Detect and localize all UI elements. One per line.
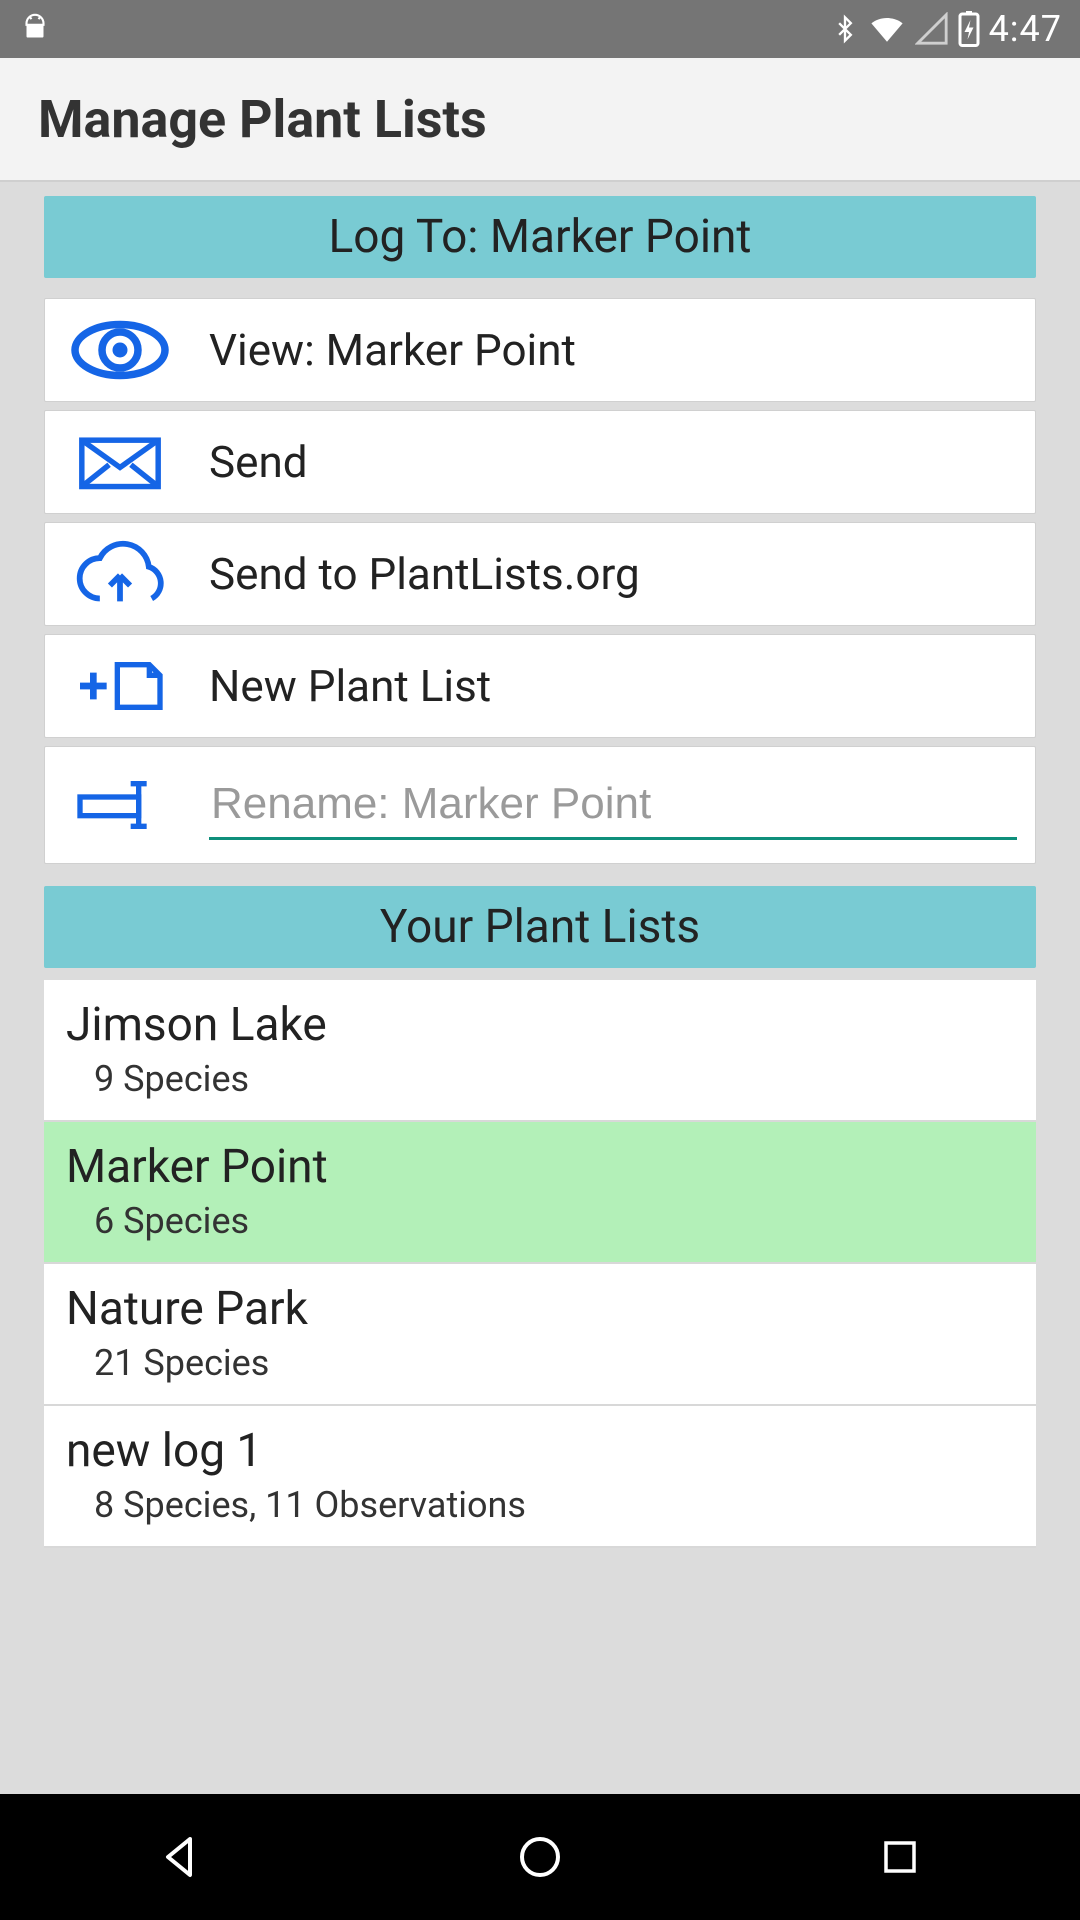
rename-row[interactable] <box>44 746 1036 864</box>
list-item-name: new log 1 <box>66 1424 1014 1478</box>
list-item-name: Nature Park <box>66 1282 1014 1336</box>
battery-charging-icon <box>957 11 981 47</box>
upload-button[interactable]: Send to PlantLists.org <box>44 522 1036 626</box>
android-robot-icon <box>18 12 52 46</box>
android-nav-bar <box>0 1794 1080 1920</box>
new-file-icon <box>55 654 185 718</box>
eye-icon <box>55 320 185 380</box>
list-item[interactable]: Marker Point 6 Species <box>44 1122 1036 1264</box>
list-item-name: Jimson Lake <box>66 998 1014 1052</box>
bluetooth-icon <box>831 11 859 47</box>
plant-lists: Jimson Lake 9 Species Marker Point 6 Specie… <box>44 980 1036 1548</box>
new-list-label: New Plant List <box>209 660 491 712</box>
list-item-detail: 21 Species <box>66 1342 1014 1384</box>
view-button[interactable]: View: Marker Point <box>44 298 1036 402</box>
list-item-name: Marker Point <box>66 1140 1014 1194</box>
view-label: View: Marker Point <box>209 324 576 376</box>
rename-icon <box>55 773 185 837</box>
cell-signal-icon <box>915 12 949 46</box>
list-item[interactable]: new log 1 8 Species, 11 Observations <box>44 1406 1036 1548</box>
list-item-detail: 6 Species <box>66 1200 1014 1242</box>
your-lists-header: Your Plant Lists <box>44 886 1036 968</box>
status-icons: 4:47 <box>831 8 1062 50</box>
send-label: Send <box>209 436 308 488</box>
list-item[interactable]: Nature Park 21 Species <box>44 1264 1036 1406</box>
rename-input[interactable] <box>209 771 1017 840</box>
recents-button[interactable] <box>870 1827 930 1887</box>
android-status-bar: 4:47 <box>0 0 1080 58</box>
wifi-icon <box>867 12 907 46</box>
envelope-icon <box>55 432 185 492</box>
cloud-upload-icon <box>55 538 185 610</box>
send-button[interactable]: Send <box>44 410 1036 514</box>
log-to-header: Log To: Marker Point <box>44 196 1036 278</box>
upload-label: Send to PlantLists.org <box>209 548 640 600</box>
home-button[interactable] <box>510 1827 570 1887</box>
list-item-detail: 9 Species <box>66 1058 1014 1100</box>
status-time: 4:47 <box>989 8 1062 50</box>
list-item-detail: 8 Species, 11 Observations <box>66 1484 1014 1526</box>
app-bar: Manage Plant Lists <box>0 58 1080 182</box>
list-item[interactable]: Jimson Lake 9 Species <box>44 980 1036 1122</box>
back-button[interactable] <box>150 1827 210 1887</box>
page-title: Manage Plant Lists <box>38 89 487 150</box>
new-list-button[interactable]: New Plant List <box>44 634 1036 738</box>
